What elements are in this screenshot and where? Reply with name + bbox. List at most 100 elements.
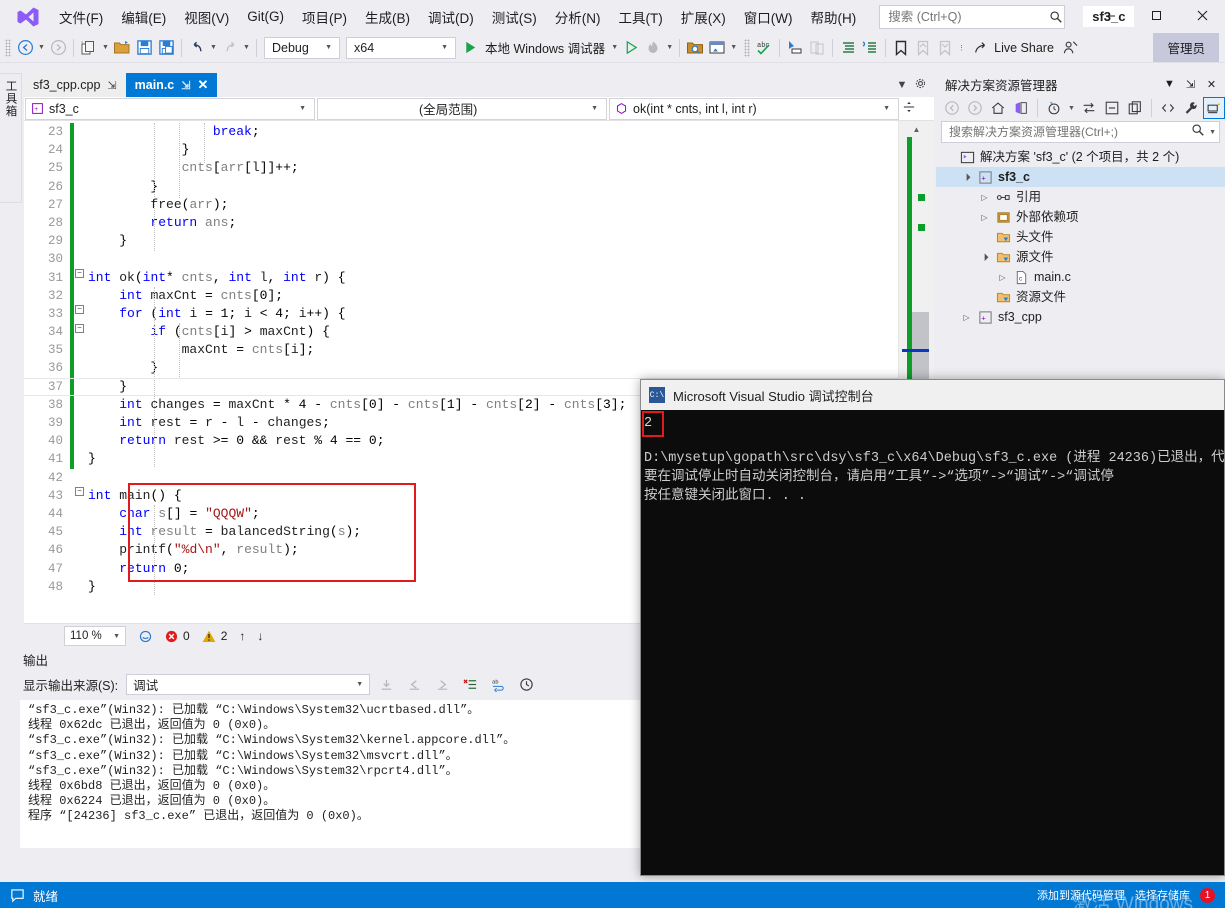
expand-toggle-icon[interactable]: ▷ [960,313,973,322]
menu-tools[interactable]: 工具(T) [610,3,672,31]
minimize-button[interactable] [1087,0,1133,31]
home-window-dropdown-icon[interactable]: ▼ [728,36,739,60]
uncomment-lines-icon[interactable] [859,36,881,60]
solution-explorer-search-icon[interactable] [684,36,706,60]
warning-count-item[interactable]: 2 [202,629,227,643]
solution-configuration-combo[interactable]: Debug ▼ [264,36,340,59]
navbar-member-combo[interactable]: ok(int * cnts, int l, int r) ▼ [609,97,899,120]
start-debug-icon[interactable] [459,36,481,60]
home-icon[interactable] [987,97,1009,119]
menu-analyze[interactable]: 分析(N) [546,3,610,31]
feedback-icon[interactable] [1060,36,1082,60]
tree-item-引用[interactable]: ▷ 引用 [936,187,1225,207]
start-debug-label[interactable]: 本地 Windows 调试器 [481,38,609,57]
next-bookmark-icon[interactable] [934,36,956,60]
toggle-bookmark-icon[interactable] [890,36,912,60]
new-project-icon[interactable] [78,36,100,60]
global-search[interactable] [879,4,1066,29]
expand-toggle-icon[interactable]: ◢ [977,250,992,265]
preview-selected-items-icon[interactable] [1202,97,1225,119]
scroll-up-icon[interactable]: ▲ [899,121,934,137]
spellcheck-icon[interactable]: abc [753,36,775,60]
code-line[interactable]: for (int i = 1; i < 4; i++) { [88,305,934,323]
menu-debug[interactable]: 调试(D) [419,3,483,31]
previous-bookmark-icon[interactable] [912,36,934,60]
tree-item-外部依赖项[interactable]: ▷ 外部依赖项 [936,207,1225,227]
undo-icon[interactable] [186,36,208,60]
output-source-combo[interactable]: 调试 ▼ [126,673,371,695]
solution-platform-combo[interactable]: x64 ▼ [346,36,456,59]
code-line[interactable]: maxCnt = cnts[i]; [88,341,934,359]
solution-tree[interactable]: 解决方案 'sf3_c' (2 个项目，共 2 个) ◢ + sf3_c ▷ 引用 ▷ 外部依… [936,143,1225,327]
properties-icon[interactable] [1180,97,1202,119]
home-window-icon[interactable] [706,36,728,60]
menu-help[interactable]: 帮助(H) [801,3,865,31]
save-icon[interactable] [133,36,155,60]
next-message-icon[interactable] [430,673,454,695]
pending-changes-icon[interactable] [1043,97,1065,119]
open-file-icon[interactable] [111,36,133,60]
code-line[interactable]: } [88,232,934,250]
expand-toggle-icon[interactable]: ▷ [978,193,991,202]
toolbox-tab[interactable]: 工具箱 [0,73,22,203]
code-line[interactable]: break; [88,123,934,141]
notification-badge[interactable]: 1 [1200,887,1215,903]
code-line[interactable] [88,250,934,268]
tree-item-头文件[interactable]: 头文件 [936,227,1225,247]
pin-icon[interactable]: ⇲ [107,79,116,92]
output-text-area[interactable]: “sf3_c.exe”(Win32): 已加载 “C:\Windows\Syst… [20,700,648,848]
go-to-message-icon[interactable] [374,673,398,695]
panel-menu-icon[interactable]: ▼ [1162,78,1177,90]
fold-toggle-33[interactable]: − [75,305,84,314]
clear-all-icon[interactable] [458,673,482,695]
sync-with-active-document-icon[interactable] [1078,97,1100,119]
navbar-scope-combo[interactable]: (全局范围) ▼ [317,97,607,120]
previous-issue-button[interactable]: ↑ [239,629,245,643]
code-line[interactable]: int maxCnt = cnts[0]; [88,287,934,305]
previous-message-icon[interactable] [402,673,426,695]
navigate-back-icon[interactable] [14,36,36,60]
pin-icon[interactable]: ⇲ [181,79,190,92]
code-line[interactable]: free(arr); [88,196,934,214]
menu-project[interactable]: 项目(P) [293,3,356,31]
bookmark-overflow-icon[interactable]: ⋮ [956,36,967,60]
tree-item-main-c[interactable]: ▷ c main.c [936,267,1225,287]
hot-reload-dropdown-icon[interactable]: ▼ [664,36,675,60]
menu-view[interactable]: 视图(V) [175,3,238,31]
pin-icon[interactable]: ⇲ [1183,78,1198,91]
fold-toggle-34[interactable]: − [75,324,84,333]
tree-item-源文件[interactable]: ◢ 源文件 [936,247,1225,267]
save-all-icon[interactable] [155,36,177,60]
next-issue-button[interactable]: ↓ [257,629,263,643]
code-line[interactable]: } [88,178,934,196]
redo-dropdown-icon[interactable]: ▼ [241,36,252,60]
close-icon[interactable]: ✕ [1204,78,1219,91]
expand-toggle-icon[interactable]: ▷ [996,273,1009,282]
fold-toggle-43[interactable]: − [75,487,84,496]
maximize-button[interactable] [1133,0,1179,31]
chevron-down-icon[interactable]: ▼ [894,79,910,91]
expand-toggle-icon[interactable]: ◢ [959,170,974,185]
close-button[interactable] [1179,0,1225,31]
insert-snippet-icon[interactable] [784,36,806,60]
comment-lines-icon[interactable] [837,36,859,60]
debug-console-window[interactable]: C:\ Microsoft Visual Studio 调试控制台 2 D:\my… [640,379,1225,876]
switch-views-icon[interactable] [1010,97,1032,119]
forward-icon[interactable] [964,97,986,119]
chevron-down-icon[interactable]: ▼ [1205,129,1216,136]
menu-test[interactable]: 测试(S) [483,3,546,31]
toolbar-grip[interactable] [744,38,751,57]
close-icon[interactable]: ✕ [197,77,208,93]
menu-window[interactable]: 窗口(W) [735,3,802,31]
glyph-margin[interactable]: − − − − [74,121,88,612]
code-line[interactable]: return ans; [88,214,934,232]
menu-edit[interactable]: 编辑(E) [112,3,175,31]
start-without-debugging-icon[interactable] [620,36,642,60]
console-output[interactable]: 2 D:\mysetup\gopath\src\dsy\sf3_c\x64\Deb… [641,410,1224,875]
show-all-files-icon[interactable] [1124,97,1146,119]
undo-dropdown-icon[interactable]: ▼ [208,36,219,60]
menu-git[interactable]: Git(G) [238,5,293,28]
solution-explorer-search[interactable]: ▼ [941,121,1220,143]
surround-with-icon[interactable] [806,36,828,60]
solution-search-input[interactable] [949,125,1192,139]
